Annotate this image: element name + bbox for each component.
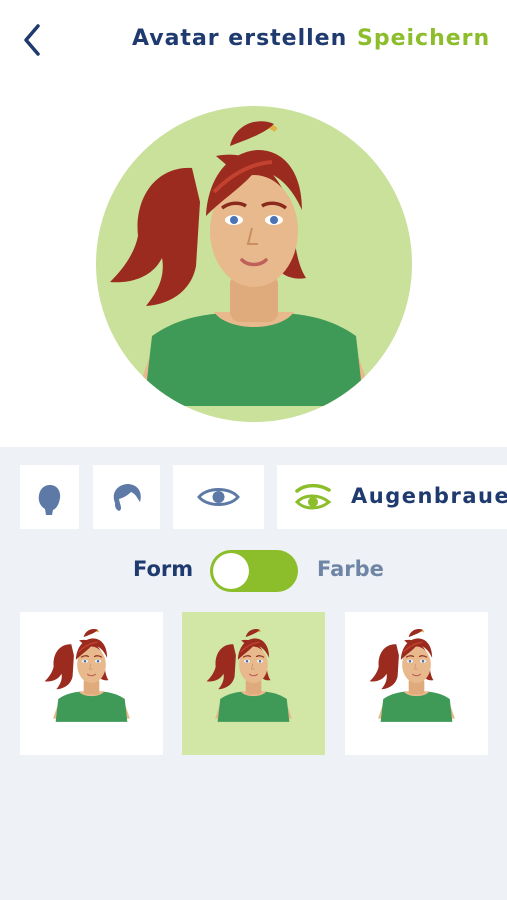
category-label: Augenbrauen	[351, 484, 507, 508]
toggle-right-label: Farbe	[317, 557, 384, 581]
save-button[interactable]: Speichern	[357, 26, 490, 51]
form-color-toggle[interactable]	[210, 550, 298, 592]
category-eyebrows[interactable]: Augenbrauen	[277, 465, 507, 529]
avatar-thumbnail	[43, 628, 131, 723]
category-hair[interactable]	[93, 465, 160, 529]
avatar-thumbnail	[205, 628, 293, 723]
hair-icon	[113, 484, 141, 511]
toggle-left-label: Form	[133, 557, 194, 581]
header-bar: Avatar erstellen Speichern	[0, 0, 507, 80]
avatar-preview	[96, 106, 412, 422]
avatar-thumbnail	[368, 628, 456, 723]
category-eyes[interactable]	[173, 465, 264, 529]
eye-icon	[197, 488, 240, 506]
chevron-left-icon	[24, 24, 40, 56]
page-title: Avatar erstellen	[132, 26, 348, 51]
back-button[interactable]	[18, 22, 50, 58]
toggle-knob	[213, 553, 249, 589]
avatar-preview-image	[96, 106, 412, 422]
style-option-1[interactable]	[20, 612, 163, 755]
style-option-3[interactable]	[345, 612, 488, 755]
style-option-2[interactable]	[182, 612, 325, 755]
category-head-shape[interactable]	[20, 465, 79, 529]
editor-panel: Augenbrauen Form Farbe	[0, 447, 507, 900]
eyebrow-icon	[294, 483, 332, 510]
mode-toggle-row: Form Farbe	[0, 547, 507, 597]
head-shape-icon	[38, 485, 61, 515]
